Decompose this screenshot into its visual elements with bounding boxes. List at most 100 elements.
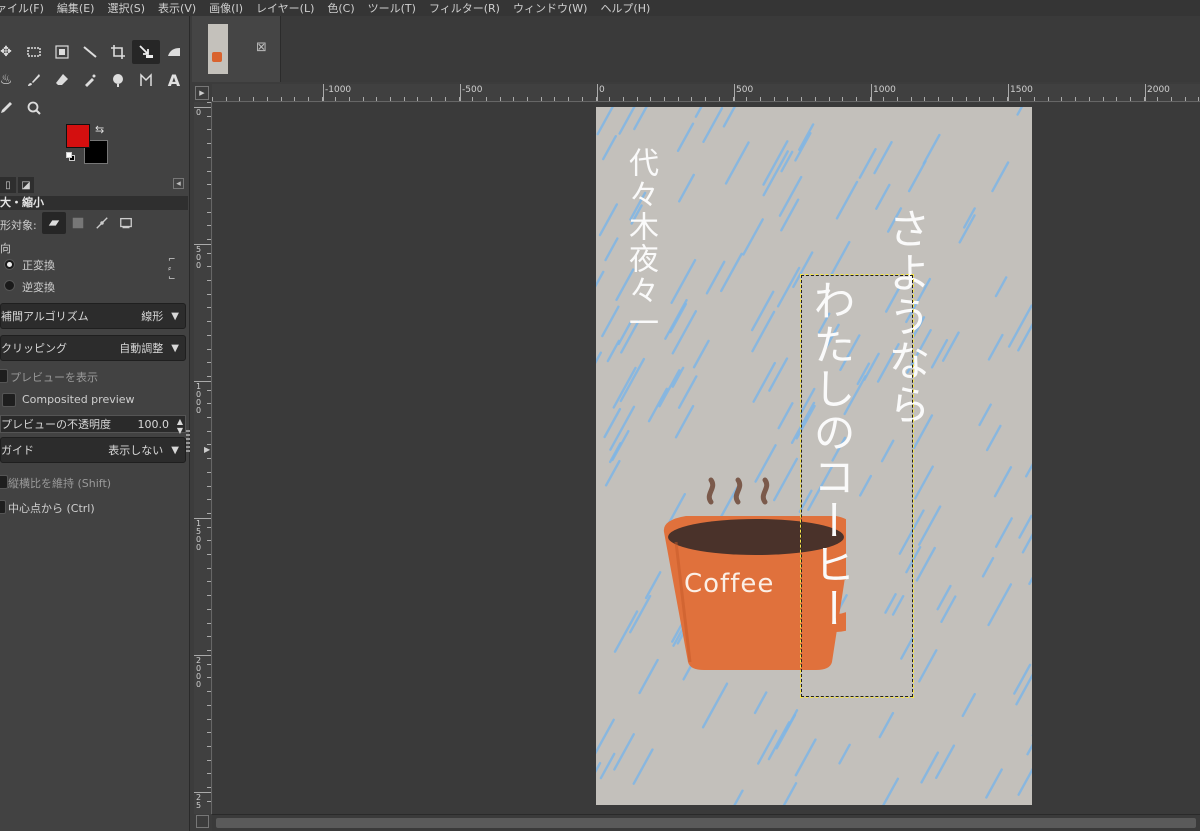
spinner-arrows-icon[interactable]: ▲ ▼ — [177, 417, 183, 435]
direction-corrective-radio[interactable] — [4, 280, 15, 291]
ruler-minor-tick — [207, 787, 211, 788]
interpolation-combo[interactable]: 補間アルゴリズム 線形 ▼ — [0, 303, 186, 329]
rain-streak — [778, 175, 803, 217]
airbrush-tool-icon[interactable] — [76, 68, 104, 92]
ruler-minor-tick — [207, 554, 211, 555]
rain-streak — [596, 107, 614, 136]
close-icon[interactable]: ⊠ — [256, 40, 267, 55]
from-center-checkbox[interactable] — [0, 500, 6, 514]
measure-tool-icon[interactable] — [76, 40, 104, 64]
ruler-minor-tick — [966, 97, 967, 101]
ruler-minor-tick — [308, 97, 309, 101]
interpolation-value: 線形 — [141, 310, 164, 323]
rain-streak — [598, 203, 619, 237]
quick-mask-toggle-icon[interactable]: ▶ — [195, 86, 209, 100]
menu-view[interactable]: 表示(V) — [158, 0, 196, 16]
smudge-tool-icon[interactable] — [104, 68, 132, 92]
ruler-minor-tick — [513, 97, 514, 101]
rain-streak — [987, 583, 1013, 627]
ruler-label: 25 — [196, 793, 202, 810]
bucket-fill-tool-icon[interactable]: ♨ — [0, 68, 20, 92]
ruler-minor-tick — [883, 97, 884, 101]
scrollbar-thumb[interactable] — [216, 818, 1196, 828]
dock-menu-icon[interactable]: ◂ — [173, 178, 184, 189]
menu-image[interactable]: 画像(I) — [209, 0, 243, 16]
ruler-minor-tick — [207, 349, 211, 350]
image-tab[interactable]: ⊠ — [192, 16, 281, 82]
expand-arrow-icon[interactable]: ▶ — [204, 445, 210, 454]
clipping-value: 自動調整 — [119, 342, 164, 355]
ruler-minor-tick — [207, 212, 211, 213]
guides-combo[interactable]: ガイド 表示しない ▼ — [0, 437, 186, 463]
crop-tool-icon[interactable] — [104, 40, 132, 64]
ruler-minor-tick — [459, 97, 460, 101]
clipping-combo[interactable]: クリッピング 自動調整 ▼ — [0, 335, 186, 361]
menu-layer[interactable]: レイヤー(L) — [256, 0, 314, 16]
rect-select-tool-icon[interactable] — [20, 40, 48, 64]
transform-layer-icon[interactable] — [42, 212, 66, 234]
paths-tool-icon[interactable] — [132, 68, 160, 92]
reset-colors-icon[interactable] — [66, 152, 76, 162]
tool-options-tab-icon[interactable]: ▯ — [0, 177, 16, 193]
horizontal-scrollbar[interactable] — [212, 814, 1200, 831]
menu-windows[interactable]: ウィンドウ(W) — [513, 0, 587, 16]
foreground-color-swatch[interactable] — [66, 124, 90, 148]
text-layer-boundary[interactable] — [800, 274, 914, 698]
ruler-minor-tick — [527, 97, 528, 101]
ruler-minor-tick — [207, 801, 211, 802]
menu-file[interactable]: ァイル(F) — [0, 0, 44, 16]
ruler-minor-tick — [322, 97, 323, 101]
warp-tool-icon[interactable] — [160, 40, 188, 64]
ruler-minor-tick — [1144, 97, 1145, 101]
rain-streak — [724, 141, 750, 185]
fuzzy-select-tool-icon[interactable] — [48, 40, 76, 64]
transform-path-icon[interactable] — [90, 212, 114, 234]
menu-help[interactable]: ヘルプ(H) — [600, 0, 650, 16]
panel-resize-handle[interactable] — [186, 430, 190, 454]
ruler-minor-tick — [691, 97, 692, 101]
menu-colors[interactable]: 色(C) — [327, 0, 354, 16]
ruler-minor-tick — [746, 97, 747, 101]
ruler-minor-tick — [760, 97, 761, 101]
transform-image-icon[interactable] — [114, 212, 138, 234]
ruler-minor-tick — [267, 97, 268, 101]
ruler-minor-tick — [500, 97, 501, 101]
ruler-label: -1000 — [325, 85, 352, 95]
navigate-icon[interactable] — [196, 815, 209, 828]
ruler-minor-tick — [207, 513, 211, 514]
text-tool-icon[interactable]: A — [160, 68, 188, 92]
ruler-major-tick — [871, 84, 872, 101]
menu-edit[interactable]: 編集(E) — [57, 0, 95, 16]
ruler-major-tick — [1145, 84, 1146, 101]
ruler-minor-tick — [207, 636, 211, 637]
menu-filters[interactable]: フィルター(R) — [429, 0, 500, 16]
chain-link-icon[interactable]: ⌐ ⸗ ⌙ — [168, 256, 176, 283]
ruler-minor-tick — [979, 97, 980, 101]
ruler-minor-tick — [801, 97, 802, 101]
ruler-minor-tick — [207, 458, 211, 459]
color-picker-tool-icon[interactable] — [0, 96, 20, 120]
menu-tools[interactable]: ツール(T) — [368, 0, 416, 16]
device-status-tab-icon[interactable]: ◪ — [18, 177, 34, 193]
rain-streak — [878, 711, 895, 739]
transform-selection-icon[interactable] — [66, 212, 90, 234]
ruler-minor-tick — [207, 116, 211, 117]
ruler-label: 1500 — [1010, 85, 1033, 95]
scale-tool-icon[interactable] — [132, 40, 160, 64]
eraser-tool-icon[interactable] — [48, 68, 76, 92]
menu-select[interactable]: 選択(S) — [107, 0, 145, 16]
rain-streak — [750, 290, 775, 332]
keep-aspect-checkbox[interactable] — [0, 475, 8, 489]
paintbrush-tool-icon[interactable] — [20, 68, 48, 92]
rain-streak — [619, 357, 646, 403]
preview-opacity-spinner[interactable]: プレビューの不透明度 100.0 ▲ ▼ — [0, 415, 186, 435]
composited-preview-checkbox[interactable] — [2, 393, 16, 407]
move-tool-icon[interactable]: ✥ — [0, 40, 20, 64]
ruler-minor-tick — [207, 403, 211, 404]
zoom-tool-icon[interactable] — [20, 96, 48, 120]
show-preview-checkbox[interactable] — [0, 369, 8, 383]
ruler-minor-tick — [207, 239, 211, 240]
swap-colors-icon[interactable]: ⇆ — [95, 123, 104, 136]
rain-streak — [762, 140, 789, 186]
direction-normal-radio[interactable] — [4, 259, 15, 270]
